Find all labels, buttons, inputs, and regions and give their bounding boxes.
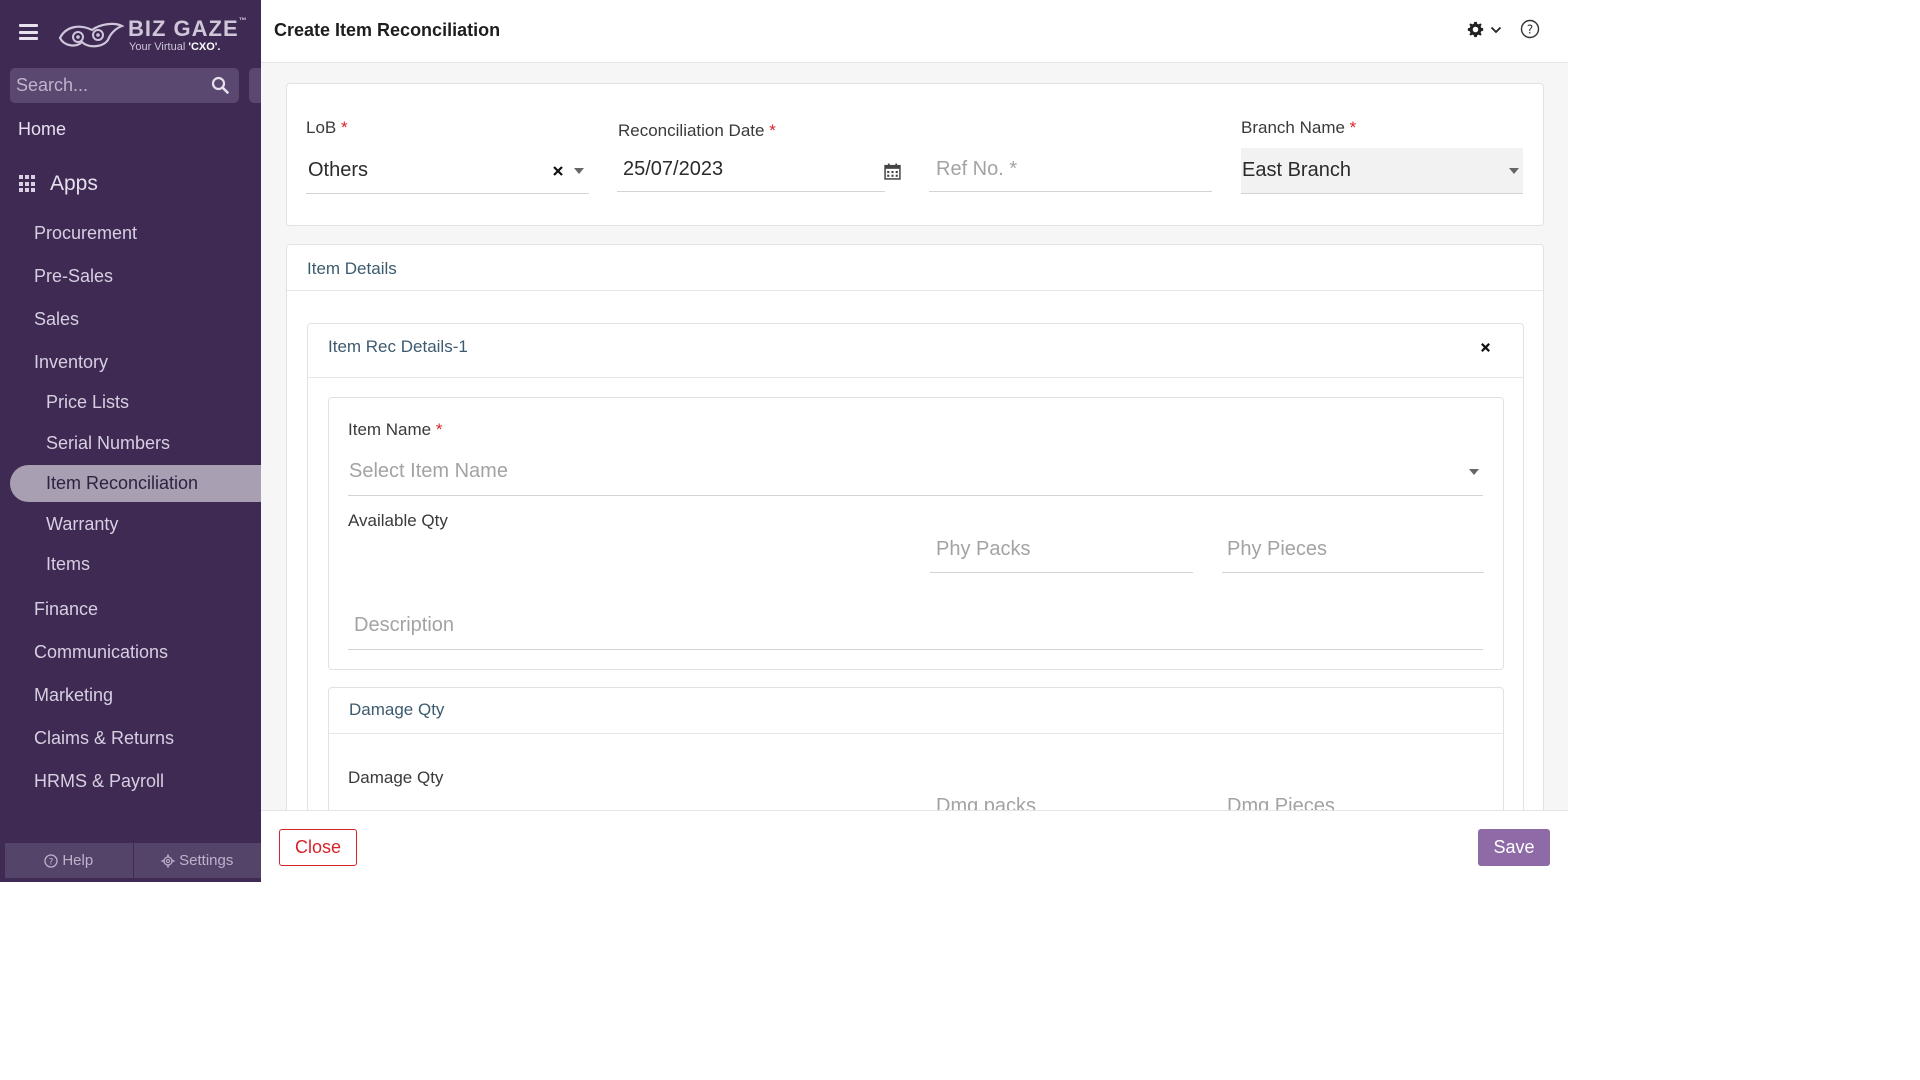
question-circle-icon: ?	[44, 853, 58, 868]
item-name-underline	[348, 495, 1483, 496]
phy-packs-input[interactable]: Phy Packs	[936, 538, 1030, 561]
sidebar-item-item-reconciliation-label[interactable]: Item Reconciliation	[46, 473, 198, 494]
sidebar: BIZ GAZE™ Your Virtual 'CXO'. Home Apps …	[0, 0, 261, 882]
item-details-title: Item Details	[307, 259, 397, 278]
page-header: Create Item Reconciliation ?	[261, 0, 1568, 63]
item-info-card: Item Name * Select Item Name Available Q…	[328, 397, 1504, 670]
rec-divider	[308, 377, 1523, 378]
rec-date-underline	[617, 191, 885, 192]
svg-text:?: ?	[49, 857, 54, 867]
close-button[interactable]: Close	[279, 829, 357, 866]
search-side-tab[interactable]	[249, 68, 261, 103]
help-button[interactable]: ? Help	[5, 843, 133, 878]
page-footer: Close Save	[261, 810, 1568, 882]
item-rec-title: Item Rec Details-1	[328, 337, 468, 356]
page-settings-dropdown[interactable]	[1467, 21, 1502, 38]
lob-select[interactable]: Others	[308, 159, 368, 182]
header-form-card: LoB * Others Reconciliation Date * 25/07…	[286, 83, 1544, 226]
section-divider	[287, 290, 1543, 291]
page-title: Create Item Reconciliation	[274, 20, 501, 40]
sidebar-item-items[interactable]: Items	[46, 554, 90, 575]
available-qty-label: Available Qty	[348, 511, 448, 530]
branch-label: Branch Name *	[1241, 118, 1357, 137]
calendar-icon[interactable]	[884, 163, 901, 180]
gear-icon	[161, 854, 175, 867]
dmg-pieces-input[interactable]: Dmg Pieces	[1227, 795, 1335, 810]
sidebar-item-sales[interactable]: Sales	[34, 309, 79, 330]
gear-icon	[1467, 21, 1484, 38]
clear-icon[interactable]	[552, 165, 564, 177]
rec-date-label: Reconciliation Date *	[618, 121, 776, 140]
damage-divider	[329, 733, 1503, 734]
sidebar-item-hrms-payroll[interactable]: HRMS & Payroll	[34, 771, 164, 792]
phy-packs-underline	[930, 572, 1193, 573]
description-underline	[348, 649, 1483, 650]
item-details-card: Item Details Item Rec Details-1 Item Nam…	[286, 244, 1544, 810]
sidebar-item-finance[interactable]: Finance	[34, 599, 98, 620]
sidebar-item-pre-sales[interactable]: Pre-Sales	[34, 266, 113, 287]
main-content: LoB * Others Reconciliation Date * 25/07…	[261, 63, 1568, 810]
lob-caret-down-icon[interactable]	[574, 168, 584, 174]
description-input[interactable]: Description	[354, 614, 454, 637]
sidebar-item-price-lists[interactable]: Price Lists	[46, 392, 129, 413]
item-name-caret-down-icon[interactable]	[1469, 469, 1479, 475]
branch-value[interactable]: East Branch	[1242, 159, 1351, 182]
sidebar-item-marketing[interactable]: Marketing	[34, 685, 113, 706]
ref-no-input[interactable]: Ref No. *	[936, 158, 1017, 181]
damage-qty-title: Damage Qty	[349, 700, 445, 719]
ref-no-underline	[929, 191, 1212, 192]
search-input[interactable]	[16, 68, 206, 103]
help-circle-icon[interactable]: ?	[1520, 19, 1540, 39]
save-button[interactable]: Save	[1478, 829, 1550, 866]
phy-pieces-input[interactable]: Phy Pieces	[1227, 538, 1327, 561]
settings-button[interactable]: Settings	[134, 843, 262, 878]
hamburger-menu-icon[interactable]	[19, 24, 38, 40]
item-name-select[interactable]: Select Item Name	[349, 460, 508, 483]
apps-label: Apps	[50, 172, 98, 195]
sidebar-top: BIZ GAZE™ Your Virtual 'CXO'.	[0, 0, 261, 64]
damage-qty-card: Damage Qty Damage Qty Dmg packs Dmg Piec…	[328, 687, 1504, 810]
bizgaze-logo[interactable]: BIZ GAZE™ Your Virtual 'CXO'.	[58, 14, 248, 56]
damage-qty-label: Damage Qty	[348, 768, 444, 787]
help-label: Help	[62, 852, 94, 869]
branch-caret-down-icon[interactable]	[1509, 168, 1519, 174]
search-icon[interactable]	[211, 76, 229, 94]
sidebar-apps[interactable]: Apps	[19, 171, 98, 197]
logo-tagline: Your Virtual 'CXO'.	[129, 41, 221, 53]
chevron-down-icon	[1490, 26, 1502, 33]
sidebar-search	[10, 68, 239, 103]
item-rec-details-card: Item Rec Details-1 Item Name * Select It…	[307, 323, 1524, 810]
rec-date-input[interactable]: 25/07/2023	[623, 158, 723, 181]
dmg-packs-input[interactable]: Dmg packs	[936, 795, 1036, 810]
owl-logo-icon	[58, 22, 124, 48]
sidebar-item-inventory[interactable]: Inventory	[34, 352, 108, 373]
settings-label: Settings	[179, 852, 234, 869]
phy-pieces-underline	[1222, 572, 1484, 573]
sidebar-item-warranty[interactable]: Warranty	[46, 514, 118, 535]
item-name-label: Item Name *	[348, 420, 443, 439]
svg-text:?: ?	[1527, 23, 1533, 37]
sidebar-item-communications[interactable]: Communications	[34, 642, 168, 663]
grid-icon	[19, 175, 37, 193]
sidebar-footer: ? Help Settings	[5, 843, 261, 878]
sidebar-item-claims-returns[interactable]: Claims & Returns	[34, 728, 174, 749]
sidebar-item-serial-numbers[interactable]: Serial Numbers	[46, 433, 170, 454]
lob-label: LoB *	[306, 118, 348, 137]
close-icon[interactable]	[1480, 342, 1491, 353]
lob-underline	[306, 193, 589, 194]
sidebar-item-home[interactable]: Home	[18, 119, 66, 140]
sidebar-item-procurement[interactable]: Procurement	[34, 223, 137, 244]
logo-brand: BIZ GAZE™	[128, 16, 248, 41]
